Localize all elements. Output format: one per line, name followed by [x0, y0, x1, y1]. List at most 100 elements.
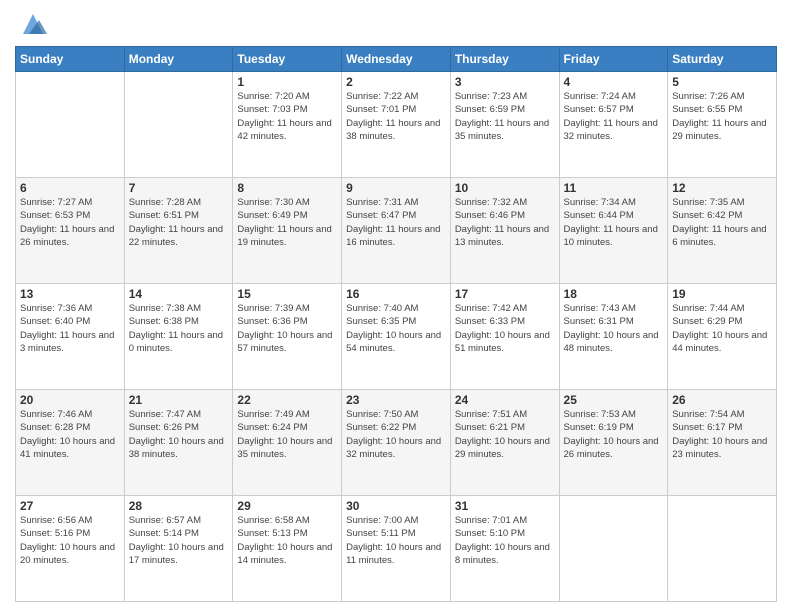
calendar-cell	[559, 496, 668, 602]
day-info: Sunrise: 7:51 AM Sunset: 6:21 PM Dayligh…	[455, 408, 555, 461]
calendar-cell: 28Sunrise: 6:57 AM Sunset: 5:14 PM Dayli…	[124, 496, 233, 602]
calendar-cell: 17Sunrise: 7:42 AM Sunset: 6:33 PM Dayli…	[450, 284, 559, 390]
weekday-row: SundayMondayTuesdayWednesdayThursdayFrid…	[16, 47, 777, 72]
day-info: Sunrise: 7:50 AM Sunset: 6:22 PM Dayligh…	[346, 408, 446, 461]
day-info: Sunrise: 7:00 AM Sunset: 5:11 PM Dayligh…	[346, 514, 446, 567]
day-number: 3	[455, 75, 555, 89]
day-info: Sunrise: 7:39 AM Sunset: 6:36 PM Dayligh…	[237, 302, 337, 355]
calendar-cell: 22Sunrise: 7:49 AM Sunset: 6:24 PM Dayli…	[233, 390, 342, 496]
calendar-cell: 11Sunrise: 7:34 AM Sunset: 6:44 PM Dayli…	[559, 178, 668, 284]
calendar-cell: 15Sunrise: 7:39 AM Sunset: 6:36 PM Dayli…	[233, 284, 342, 390]
weekday-header: Friday	[559, 47, 668, 72]
weekday-header: Monday	[124, 47, 233, 72]
calendar-cell: 16Sunrise: 7:40 AM Sunset: 6:35 PM Dayli…	[342, 284, 451, 390]
day-number: 2	[346, 75, 446, 89]
day-info: Sunrise: 7:36 AM Sunset: 6:40 PM Dayligh…	[20, 302, 120, 355]
day-info: Sunrise: 7:31 AM Sunset: 6:47 PM Dayligh…	[346, 196, 446, 249]
day-number: 8	[237, 181, 337, 195]
calendar-cell: 18Sunrise: 7:43 AM Sunset: 6:31 PM Dayli…	[559, 284, 668, 390]
day-info: Sunrise: 6:58 AM Sunset: 5:13 PM Dayligh…	[237, 514, 337, 567]
day-info: Sunrise: 7:32 AM Sunset: 6:46 PM Dayligh…	[455, 196, 555, 249]
day-number: 11	[564, 181, 664, 195]
calendar-cell	[124, 72, 233, 178]
day-info: Sunrise: 7:46 AM Sunset: 6:28 PM Dayligh…	[20, 408, 120, 461]
day-number: 17	[455, 287, 555, 301]
calendar-cell: 4Sunrise: 7:24 AM Sunset: 6:57 PM Daylig…	[559, 72, 668, 178]
day-number: 24	[455, 393, 555, 407]
day-number: 16	[346, 287, 446, 301]
day-info: Sunrise: 7:44 AM Sunset: 6:29 PM Dayligh…	[672, 302, 772, 355]
weekday-header: Saturday	[668, 47, 777, 72]
day-number: 20	[20, 393, 120, 407]
day-number: 6	[20, 181, 120, 195]
weekday-header: Sunday	[16, 47, 125, 72]
day-info: Sunrise: 7:01 AM Sunset: 5:10 PM Dayligh…	[455, 514, 555, 567]
day-number: 4	[564, 75, 664, 89]
day-number: 19	[672, 287, 772, 301]
logo-icon	[19, 10, 47, 38]
calendar-cell: 19Sunrise: 7:44 AM Sunset: 6:29 PM Dayli…	[668, 284, 777, 390]
weekday-header: Tuesday	[233, 47, 342, 72]
calendar-cell: 26Sunrise: 7:54 AM Sunset: 6:17 PM Dayli…	[668, 390, 777, 496]
logo	[15, 10, 47, 38]
day-info: Sunrise: 7:54 AM Sunset: 6:17 PM Dayligh…	[672, 408, 772, 461]
calendar-week: 27Sunrise: 6:56 AM Sunset: 5:16 PM Dayli…	[16, 496, 777, 602]
calendar-cell: 21Sunrise: 7:47 AM Sunset: 6:26 PM Dayli…	[124, 390, 233, 496]
day-info: Sunrise: 7:47 AM Sunset: 6:26 PM Dayligh…	[129, 408, 229, 461]
day-info: Sunrise: 7:38 AM Sunset: 6:38 PM Dayligh…	[129, 302, 229, 355]
day-number: 7	[129, 181, 229, 195]
day-info: Sunrise: 7:40 AM Sunset: 6:35 PM Dayligh…	[346, 302, 446, 355]
header	[15, 10, 777, 38]
day-info: Sunrise: 7:53 AM Sunset: 6:19 PM Dayligh…	[564, 408, 664, 461]
day-info: Sunrise: 7:43 AM Sunset: 6:31 PM Dayligh…	[564, 302, 664, 355]
day-info: Sunrise: 7:42 AM Sunset: 6:33 PM Dayligh…	[455, 302, 555, 355]
calendar-body: 1Sunrise: 7:20 AM Sunset: 7:03 PM Daylig…	[16, 72, 777, 602]
calendar-cell: 20Sunrise: 7:46 AM Sunset: 6:28 PM Dayli…	[16, 390, 125, 496]
day-number: 26	[672, 393, 772, 407]
day-number: 14	[129, 287, 229, 301]
day-number: 18	[564, 287, 664, 301]
calendar-cell: 12Sunrise: 7:35 AM Sunset: 6:42 PM Dayli…	[668, 178, 777, 284]
weekday-header: Wednesday	[342, 47, 451, 72]
day-number: 1	[237, 75, 337, 89]
calendar-week: 20Sunrise: 7:46 AM Sunset: 6:28 PM Dayli…	[16, 390, 777, 496]
calendar-cell	[16, 72, 125, 178]
day-info: Sunrise: 7:27 AM Sunset: 6:53 PM Dayligh…	[20, 196, 120, 249]
calendar-cell: 7Sunrise: 7:28 AM Sunset: 6:51 PM Daylig…	[124, 178, 233, 284]
day-info: Sunrise: 7:26 AM Sunset: 6:55 PM Dayligh…	[672, 90, 772, 143]
weekday-header: Thursday	[450, 47, 559, 72]
calendar-cell: 10Sunrise: 7:32 AM Sunset: 6:46 PM Dayli…	[450, 178, 559, 284]
day-number: 22	[237, 393, 337, 407]
day-number: 29	[237, 499, 337, 513]
calendar-week: 1Sunrise: 7:20 AM Sunset: 7:03 PM Daylig…	[16, 72, 777, 178]
calendar-cell: 1Sunrise: 7:20 AM Sunset: 7:03 PM Daylig…	[233, 72, 342, 178]
day-info: Sunrise: 7:34 AM Sunset: 6:44 PM Dayligh…	[564, 196, 664, 249]
day-info: Sunrise: 7:35 AM Sunset: 6:42 PM Dayligh…	[672, 196, 772, 249]
day-number: 25	[564, 393, 664, 407]
calendar-cell: 3Sunrise: 7:23 AM Sunset: 6:59 PM Daylig…	[450, 72, 559, 178]
calendar-week: 6Sunrise: 7:27 AM Sunset: 6:53 PM Daylig…	[16, 178, 777, 284]
calendar-cell: 31Sunrise: 7:01 AM Sunset: 5:10 PM Dayli…	[450, 496, 559, 602]
day-number: 31	[455, 499, 555, 513]
calendar-header: SundayMondayTuesdayWednesdayThursdayFrid…	[16, 47, 777, 72]
day-number: 15	[237, 287, 337, 301]
day-number: 21	[129, 393, 229, 407]
calendar-cell: 2Sunrise: 7:22 AM Sunset: 7:01 PM Daylig…	[342, 72, 451, 178]
calendar-cell: 14Sunrise: 7:38 AM Sunset: 6:38 PM Dayli…	[124, 284, 233, 390]
day-info: Sunrise: 7:20 AM Sunset: 7:03 PM Dayligh…	[237, 90, 337, 143]
day-number: 9	[346, 181, 446, 195]
calendar-cell: 27Sunrise: 6:56 AM Sunset: 5:16 PM Dayli…	[16, 496, 125, 602]
day-info: Sunrise: 7:23 AM Sunset: 6:59 PM Dayligh…	[455, 90, 555, 143]
day-info: Sunrise: 7:24 AM Sunset: 6:57 PM Dayligh…	[564, 90, 664, 143]
day-number: 23	[346, 393, 446, 407]
calendar-cell: 5Sunrise: 7:26 AM Sunset: 6:55 PM Daylig…	[668, 72, 777, 178]
calendar-cell: 30Sunrise: 7:00 AM Sunset: 5:11 PM Dayli…	[342, 496, 451, 602]
day-number: 13	[20, 287, 120, 301]
calendar-cell: 23Sunrise: 7:50 AM Sunset: 6:22 PM Dayli…	[342, 390, 451, 496]
day-number: 28	[129, 499, 229, 513]
calendar-cell: 9Sunrise: 7:31 AM Sunset: 6:47 PM Daylig…	[342, 178, 451, 284]
day-number: 30	[346, 499, 446, 513]
calendar-week: 13Sunrise: 7:36 AM Sunset: 6:40 PM Dayli…	[16, 284, 777, 390]
calendar-cell: 13Sunrise: 7:36 AM Sunset: 6:40 PM Dayli…	[16, 284, 125, 390]
day-number: 10	[455, 181, 555, 195]
